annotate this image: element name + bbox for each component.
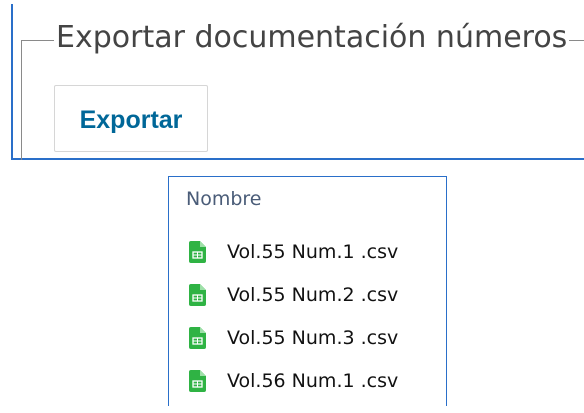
file-item[interactable]: Vol.55 Num.3 .csv: [189, 327, 398, 370]
file-explorer-panel: Nombre Vol.55 Num.1 .csv Vol.55 Num.2 .c…: [168, 176, 447, 406]
export-button[interactable]: Exportar: [54, 85, 208, 152]
file-item[interactable]: Vol.55 Num.2 .csv: [189, 284, 398, 327]
file-name: Vol.56 Num.1 .csv: [227, 370, 399, 392]
file-list: Vol.55 Num.1 .csv Vol.55 Num.2 .csv Vol.…: [189, 241, 398, 413]
csv-file-icon: [189, 284, 206, 306]
csv-file-icon: [189, 370, 206, 392]
file-name: Vol.55 Num.2 .csv: [227, 284, 399, 306]
csv-file-icon: [189, 327, 206, 349]
csv-file-icon: [189, 241, 206, 263]
file-item[interactable]: Vol.55 Num.1 .csv: [189, 241, 398, 284]
file-item[interactable]: Vol.56 Num.1 .csv: [189, 370, 398, 413]
file-name: Vol.55 Num.1 .csv: [227, 241, 399, 263]
file-name: Vol.55 Num.3 .csv: [227, 327, 399, 349]
column-header-name[interactable]: Nombre: [186, 186, 262, 212]
export-fieldset-legend: Exportar documentación números: [54, 18, 570, 58]
